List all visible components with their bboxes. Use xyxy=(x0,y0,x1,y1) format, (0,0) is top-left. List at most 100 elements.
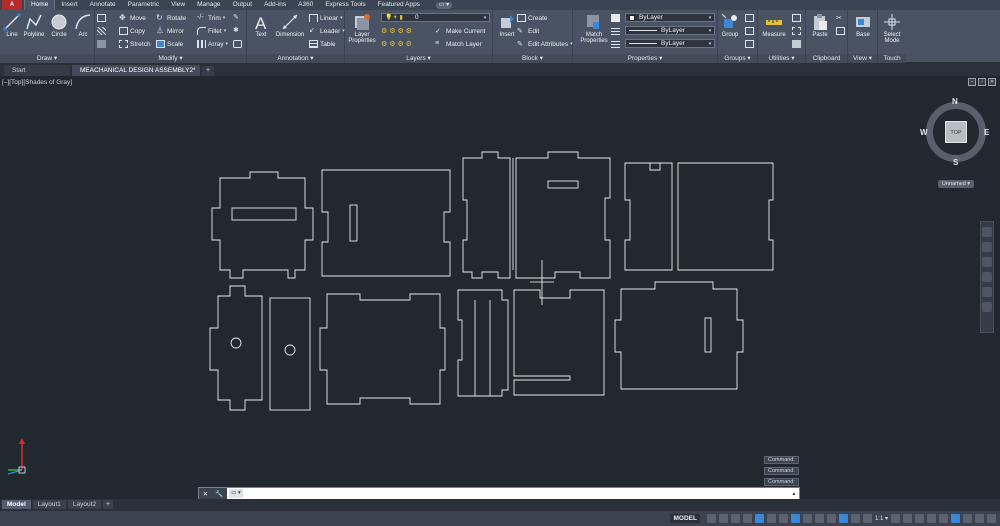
line-button[interactable]: Line xyxy=(0,12,24,45)
file-tab-drawing[interactable]: MEACHANICAL DESIGN ASSEMBLY2*✕ xyxy=(72,65,207,76)
clipboard-panel-title[interactable]: Clipboard xyxy=(806,54,847,63)
infer-constraints-icon[interactable] xyxy=(730,514,740,523)
orbit-icon[interactable] xyxy=(982,272,992,282)
insert-block-button[interactable]: Insert xyxy=(495,12,519,45)
dimension-button[interactable]: Dimension xyxy=(275,12,305,45)
explode-button[interactable]: ✱ xyxy=(233,26,244,36)
object-snap-icon[interactable] xyxy=(790,514,800,523)
stretch-button[interactable]: Stretch xyxy=(119,39,151,49)
file-tab-start[interactable]: Start xyxy=(4,65,70,76)
region-dropdown[interactable] xyxy=(97,39,108,49)
customize-icon[interactable]: 🔧 xyxy=(215,490,223,498)
annotation-scale-value[interactable]: 1:1 ▾ xyxy=(875,515,888,522)
modify-panel-title[interactable]: Modify ▾ xyxy=(95,54,246,63)
zoom-icon[interactable] xyxy=(982,257,992,267)
viewcube-top-face[interactable]: TOP xyxy=(945,121,967,143)
quick-properties-icon[interactable] xyxy=(927,514,936,523)
application-menu-button[interactable]: A xyxy=(2,0,22,10)
layer-dropdown[interactable]: 💡☀ ▮ 0 ▾ xyxy=(381,13,490,22)
drawing-canvas[interactable] xyxy=(0,76,1000,499)
edit-block-button[interactable]: ✎ Edit xyxy=(517,26,539,36)
make-current-button[interactable]: ✓ Make Current xyxy=(435,26,485,36)
scale-button[interactable]: Scale xyxy=(156,39,183,49)
touch-panel-title[interactable]: Touch xyxy=(878,54,906,63)
ribbon-minimize-toggle[interactable]: ▭ ▾ xyxy=(435,1,452,9)
ortho-icon[interactable] xyxy=(742,514,752,523)
polyline-button[interactable]: Polyline xyxy=(22,12,46,45)
hardware-acceleration-icon[interactable] xyxy=(963,514,972,523)
command-input[interactable] xyxy=(243,488,789,499)
linetype-dropdown[interactable]: ByLayer ▾ xyxy=(625,39,715,48)
properties-side-icons[interactable] xyxy=(611,13,622,23)
lineweight-display-icon[interactable] xyxy=(802,514,812,523)
layout-tab-model[interactable]: Model xyxy=(2,500,31,509)
rotate-button[interactable]: ↻ Rotate xyxy=(156,13,186,23)
ribbon-tab-add-ins[interactable]: Add-ins xyxy=(258,0,292,10)
lock-ui-icon[interactable] xyxy=(939,514,948,523)
object-snap-tracking-icon[interactable] xyxy=(778,514,788,523)
copy-button[interactable]: Copy xyxy=(119,26,145,36)
array-dropdown-arrow[interactable]: ▾ xyxy=(226,41,229,47)
compass-east[interactable]: E xyxy=(984,128,989,137)
command-history-toggle[interactable]: ▲ xyxy=(789,491,799,497)
draw-toolbar-dropdown[interactable] xyxy=(97,13,108,23)
viewcube[interactable]: TOP N S W E xyxy=(920,96,992,168)
clean-screen-icon[interactable] xyxy=(975,514,984,523)
add-layout-button[interactable]: + xyxy=(103,500,114,509)
wcs-dropdown[interactable]: Unnamed ▾ xyxy=(938,180,974,188)
layer-properties-button[interactable]: Layer Properties xyxy=(347,12,377,45)
quick-select-button[interactable] xyxy=(792,13,803,23)
annotation-visibility-icon[interactable] xyxy=(838,514,848,523)
transparency-icon[interactable] xyxy=(814,514,824,523)
compass-north[interactable]: N xyxy=(952,97,958,106)
compass-south[interactable]: S xyxy=(953,158,958,167)
ribbon-tab-a360[interactable]: A360 xyxy=(292,0,319,10)
ribbon-tab-manage[interactable]: Manage xyxy=(191,0,227,10)
color-dropdown[interactable]: ByLayer ▾ xyxy=(625,13,715,22)
draw-panel-title[interactable]: Draw ▾ xyxy=(0,54,94,63)
group-select-button[interactable] xyxy=(745,39,756,49)
match-layer-button[interactable]: ≡ Match Layer xyxy=(435,39,482,49)
block-panel-title[interactable]: Block ▾ xyxy=(493,54,572,63)
group-button[interactable]: Group xyxy=(718,12,742,45)
customization-icon[interactable] xyxy=(987,514,996,523)
hatch-dropdown[interactable] xyxy=(97,26,108,36)
ribbon-tab-express-tools[interactable]: Express Tools xyxy=(319,0,371,10)
select-all-button[interactable] xyxy=(792,26,803,36)
ribbon-tab-featured-apps[interactable]: Featured Apps xyxy=(372,0,426,10)
isodraft-icon[interactable] xyxy=(766,514,776,523)
arc-button[interactable]: Arc xyxy=(71,12,95,45)
drawing-viewport[interactable]: [–][Top][Shades of Gray] – ▫ ✕ TOP N S W… xyxy=(0,76,1000,499)
annotation-scale-icon[interactable] xyxy=(862,514,872,523)
base-view-button[interactable]: Base xyxy=(851,12,875,45)
ribbon-tab-parametric[interactable]: Parametric xyxy=(122,0,165,10)
restore-icon[interactable]: ▫ xyxy=(978,78,986,86)
properties-panel-title[interactable]: Properties ▾ xyxy=(573,54,717,63)
linetype-side-icon[interactable] xyxy=(611,39,622,49)
array-button[interactable]: Array ▾ xyxy=(197,39,228,49)
workspace-switching-icon[interactable] xyxy=(891,514,900,523)
grid-icon[interactable] xyxy=(706,514,716,523)
isolate-objects-icon[interactable] xyxy=(951,514,960,523)
annotation-panel-title[interactable]: Annotation ▾ xyxy=(247,54,344,63)
ribbon-tab-insert[interactable]: Insert xyxy=(55,0,83,10)
minimize-icon[interactable]: – xyxy=(968,78,976,86)
snap-icon[interactable] xyxy=(718,514,728,523)
selection-cycling-icon[interactable] xyxy=(826,514,836,523)
move-button[interactable]: ✥ Move xyxy=(119,13,146,23)
calculator-button[interactable] xyxy=(792,39,803,49)
group-edit-button[interactable] xyxy=(745,26,756,36)
select-mode-button[interactable]: Select Mode xyxy=(880,12,904,45)
lineweight-side-icon[interactable] xyxy=(611,26,622,36)
match-properties-button[interactable]: Match Properties xyxy=(579,12,609,45)
polar-tracking-icon[interactable] xyxy=(754,514,764,523)
cut-button[interactable]: ✂ xyxy=(836,13,847,23)
layout-tab-layout2[interactable]: Layout2 xyxy=(67,500,102,509)
modify-extra-dropdown[interactable]: ✎ xyxy=(233,13,244,23)
layer-tools-row1[interactable]: ⚙ ⚙ ⚙ ⚙ xyxy=(381,26,433,36)
paste-button[interactable]: Paste xyxy=(808,12,832,45)
steering-wheel-icon[interactable] xyxy=(982,227,992,237)
recent-commands-button[interactable]: ▭ ▾ xyxy=(229,489,243,498)
annotation-monitor-icon[interactable] xyxy=(903,514,912,523)
fillet-dropdown-arrow[interactable]: ▾ xyxy=(224,28,227,34)
